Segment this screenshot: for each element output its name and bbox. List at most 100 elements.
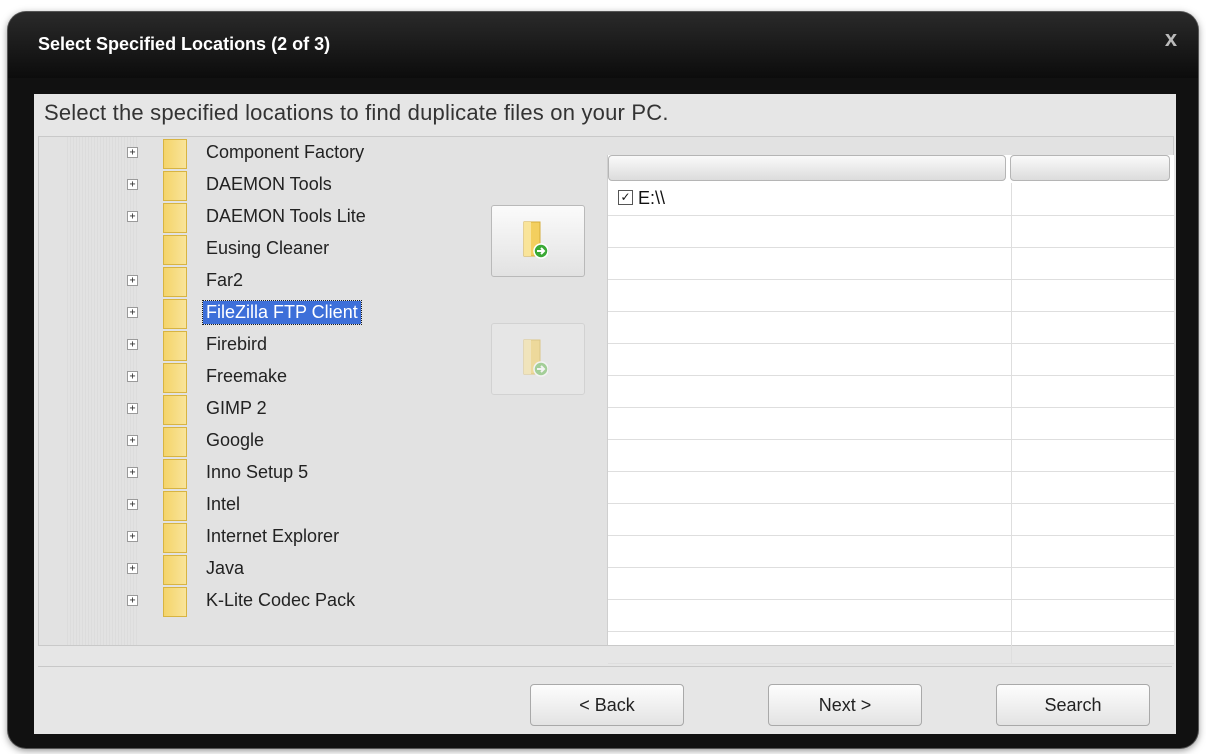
expand-icon[interactable]: + (127, 179, 138, 190)
close-icon[interactable]: x (1160, 28, 1182, 50)
tree-item[interactable]: + K-Lite Codec Pack (127, 585, 477, 617)
tree-item[interactable]: + FileZilla FTP Client (127, 297, 477, 329)
tree-item-label: DAEMON Tools Lite (206, 206, 366, 226)
tree-item-label: GIMP 2 (206, 398, 267, 418)
folder-icon (163, 555, 187, 585)
tree-item[interactable]: + Google (127, 425, 477, 457)
folder-icon (163, 395, 187, 425)
tree-item[interactable]: + Internet Explorer (127, 521, 477, 553)
title-bar[interactable]: Select Specified Locations (2 of 3) x (8, 12, 1198, 78)
column-separator (1011, 311, 1012, 343)
tree-item[interactable]: Eusing Cleaner (127, 233, 477, 265)
expand-icon[interactable]: + (127, 435, 138, 446)
list-row[interactable]: ✓ E:\\ (608, 183, 1174, 216)
dialog-body: Select the specified locations to find d… (34, 94, 1176, 734)
folder-icon (163, 203, 187, 233)
tree-item-label: DAEMON Tools (206, 174, 332, 194)
folder-icon (163, 363, 187, 393)
expand-icon[interactable]: + (127, 467, 138, 478)
folder-icon (163, 139, 187, 169)
expand-icon[interactable]: + (127, 531, 138, 542)
folder-icon (163, 587, 187, 617)
add-location-button[interactable] (491, 205, 585, 277)
expand-icon[interactable]: + (127, 595, 138, 606)
selected-locations-list[interactable]: ✓ E:\\ (607, 155, 1174, 664)
list-row[interactable] (608, 343, 1174, 376)
divider (38, 666, 1172, 667)
expand-icon[interactable]: + (127, 371, 138, 382)
back-button[interactable]: < Back (530, 684, 684, 726)
list-header (608, 155, 1174, 181)
location-path: E:\\ (638, 188, 666, 208)
expand-icon[interactable]: + (127, 339, 138, 350)
folder-icon (163, 427, 187, 457)
folder-icon (163, 299, 187, 329)
column-separator (1011, 279, 1012, 311)
tree-item-label: K-Lite Codec Pack (206, 590, 356, 610)
column-header-path[interactable] (608, 155, 1006, 181)
expand-icon[interactable]: + (127, 147, 138, 158)
tree-item-label: Eusing Cleaner (206, 238, 330, 258)
tree-item-label: Far2 (206, 270, 244, 290)
list-row[interactable] (608, 599, 1174, 632)
remove-folder-icon (523, 339, 548, 377)
folder-icon (163, 459, 187, 489)
folder-icon (163, 491, 187, 521)
column-separator (1011, 471, 1012, 503)
tree-item[interactable]: + Component Factory (127, 137, 477, 169)
tree-item-label: Java (206, 558, 245, 578)
tree-item[interactable]: + Inno Setup 5 (127, 457, 477, 489)
search-button[interactable]: Search (996, 684, 1150, 726)
add-folder-icon (523, 221, 548, 259)
tree-item[interactable]: + GIMP 2 (127, 393, 477, 425)
expand-icon[interactable]: + (127, 403, 138, 414)
tree-item-label: Firebird (206, 334, 268, 354)
tree-item[interactable]: + Far2 (127, 265, 477, 297)
folder-icon (163, 171, 187, 201)
remove-location-button[interactable] (491, 323, 585, 395)
list-row[interactable] (608, 567, 1174, 600)
list-row[interactable] (608, 503, 1174, 536)
column-separator (1011, 215, 1012, 247)
tree-item-label: Inno Setup 5 (206, 462, 309, 482)
tree-item-label: FileZilla FTP Client (202, 300, 362, 325)
tree-item[interactable]: + DAEMON Tools Lite (127, 201, 477, 233)
expand-icon[interactable]: + (127, 307, 138, 318)
column-separator (1011, 439, 1012, 471)
list-row[interactable] (608, 471, 1174, 504)
column-separator (1011, 599, 1012, 631)
list-row[interactable] (608, 535, 1174, 568)
list-row[interactable] (608, 439, 1174, 472)
list-row[interactable] (608, 247, 1174, 280)
list-row[interactable] (608, 215, 1174, 248)
list-row[interactable] (608, 631, 1174, 664)
folder-icon (163, 235, 187, 265)
location-checkbox[interactable]: ✓ (618, 190, 633, 205)
column-separator (1011, 183, 1012, 215)
list-row[interactable] (608, 279, 1174, 312)
expand-icon[interactable]: + (127, 563, 138, 574)
list-row[interactable] (608, 375, 1174, 408)
list-row[interactable] (608, 407, 1174, 440)
column-separator (1011, 503, 1012, 535)
list-row[interactable] (608, 311, 1174, 344)
column-separator (1011, 343, 1012, 375)
tree-item[interactable]: + Java (127, 553, 477, 585)
selection-panel: + Component Factory + DAEMON Tools + DAEMON T… (38, 136, 1174, 664)
column-separator (1011, 535, 1012, 567)
column-header-extra[interactable] (1010, 155, 1170, 181)
tree-item[interactable]: + Freemake (127, 361, 477, 393)
window-title: Select Specified Locations (2 of 3) (38, 34, 331, 54)
tree-item-label: Intel (206, 494, 241, 514)
expand-icon[interactable]: + (127, 275, 138, 286)
dialog-window: Select Specified Locations (2 of 3) x Se… (8, 12, 1198, 748)
expand-icon[interactable]: + (127, 211, 138, 222)
tree-item[interactable]: + DAEMON Tools (127, 169, 477, 201)
tree-item[interactable]: + Intel (127, 489, 477, 521)
tree-item[interactable]: + Firebird (127, 329, 477, 361)
column-separator (1011, 407, 1012, 439)
expand-icon[interactable]: + (127, 499, 138, 510)
folder-tree[interactable]: + Component Factory + DAEMON Tools + DAEMON T… (57, 137, 477, 645)
tree-item-label: Internet Explorer (206, 526, 340, 546)
next-button[interactable]: Next > (768, 684, 922, 726)
